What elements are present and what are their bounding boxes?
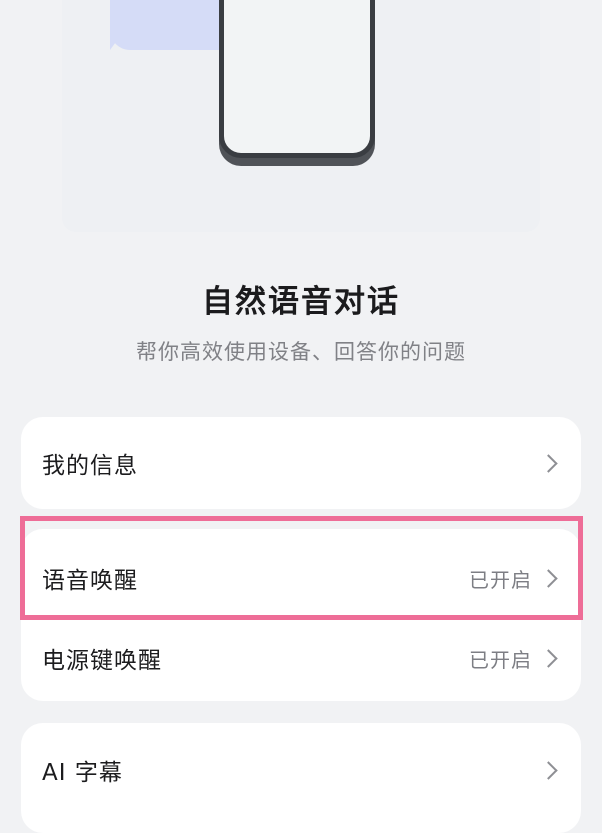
- status-text: 已开启: [469, 567, 532, 592]
- chevron-right-icon: [539, 648, 558, 668]
- row-voice-wakeup[interactable]: 语音唤醒 已开启: [21, 538, 581, 618]
- page-title: 自然语音对话: [202, 284, 400, 320]
- row-power-key-wakeup[interactable]: 电源键唤醒 已开启: [21, 618, 581, 698]
- chevron-right-icon: [539, 568, 558, 588]
- row-my-info[interactable]: 我的信息: [21, 423, 581, 503]
- row-label: 语音唤醒: [42, 568, 138, 594]
- chevron-right-icon: [539, 760, 558, 780]
- page-subtitle: 帮你高效使用设备、回答你的问题: [136, 340, 466, 364]
- row-label: 电源键唤醒: [42, 648, 162, 674]
- chevron-right-icon: [539, 453, 558, 473]
- row-label: 我的信息: [42, 453, 138, 479]
- settings-card-wakeup: 语音唤醒 已开启 电源键唤醒 已开启: [21, 529, 581, 701]
- hero-illustration: [62, 0, 540, 232]
- phone-graphic: [219, 0, 375, 158]
- settings-card-personal: 我的信息: [21, 417, 581, 509]
- row-ai-subtitles[interactable]: AI 字幕: [21, 730, 581, 810]
- row-label: AI 字幕: [42, 760, 123, 786]
- speech-bubble-tail: [110, 20, 132, 50]
- status-text: 已开启: [469, 647, 532, 672]
- settings-card-subtitles: AI 字幕: [21, 723, 581, 833]
